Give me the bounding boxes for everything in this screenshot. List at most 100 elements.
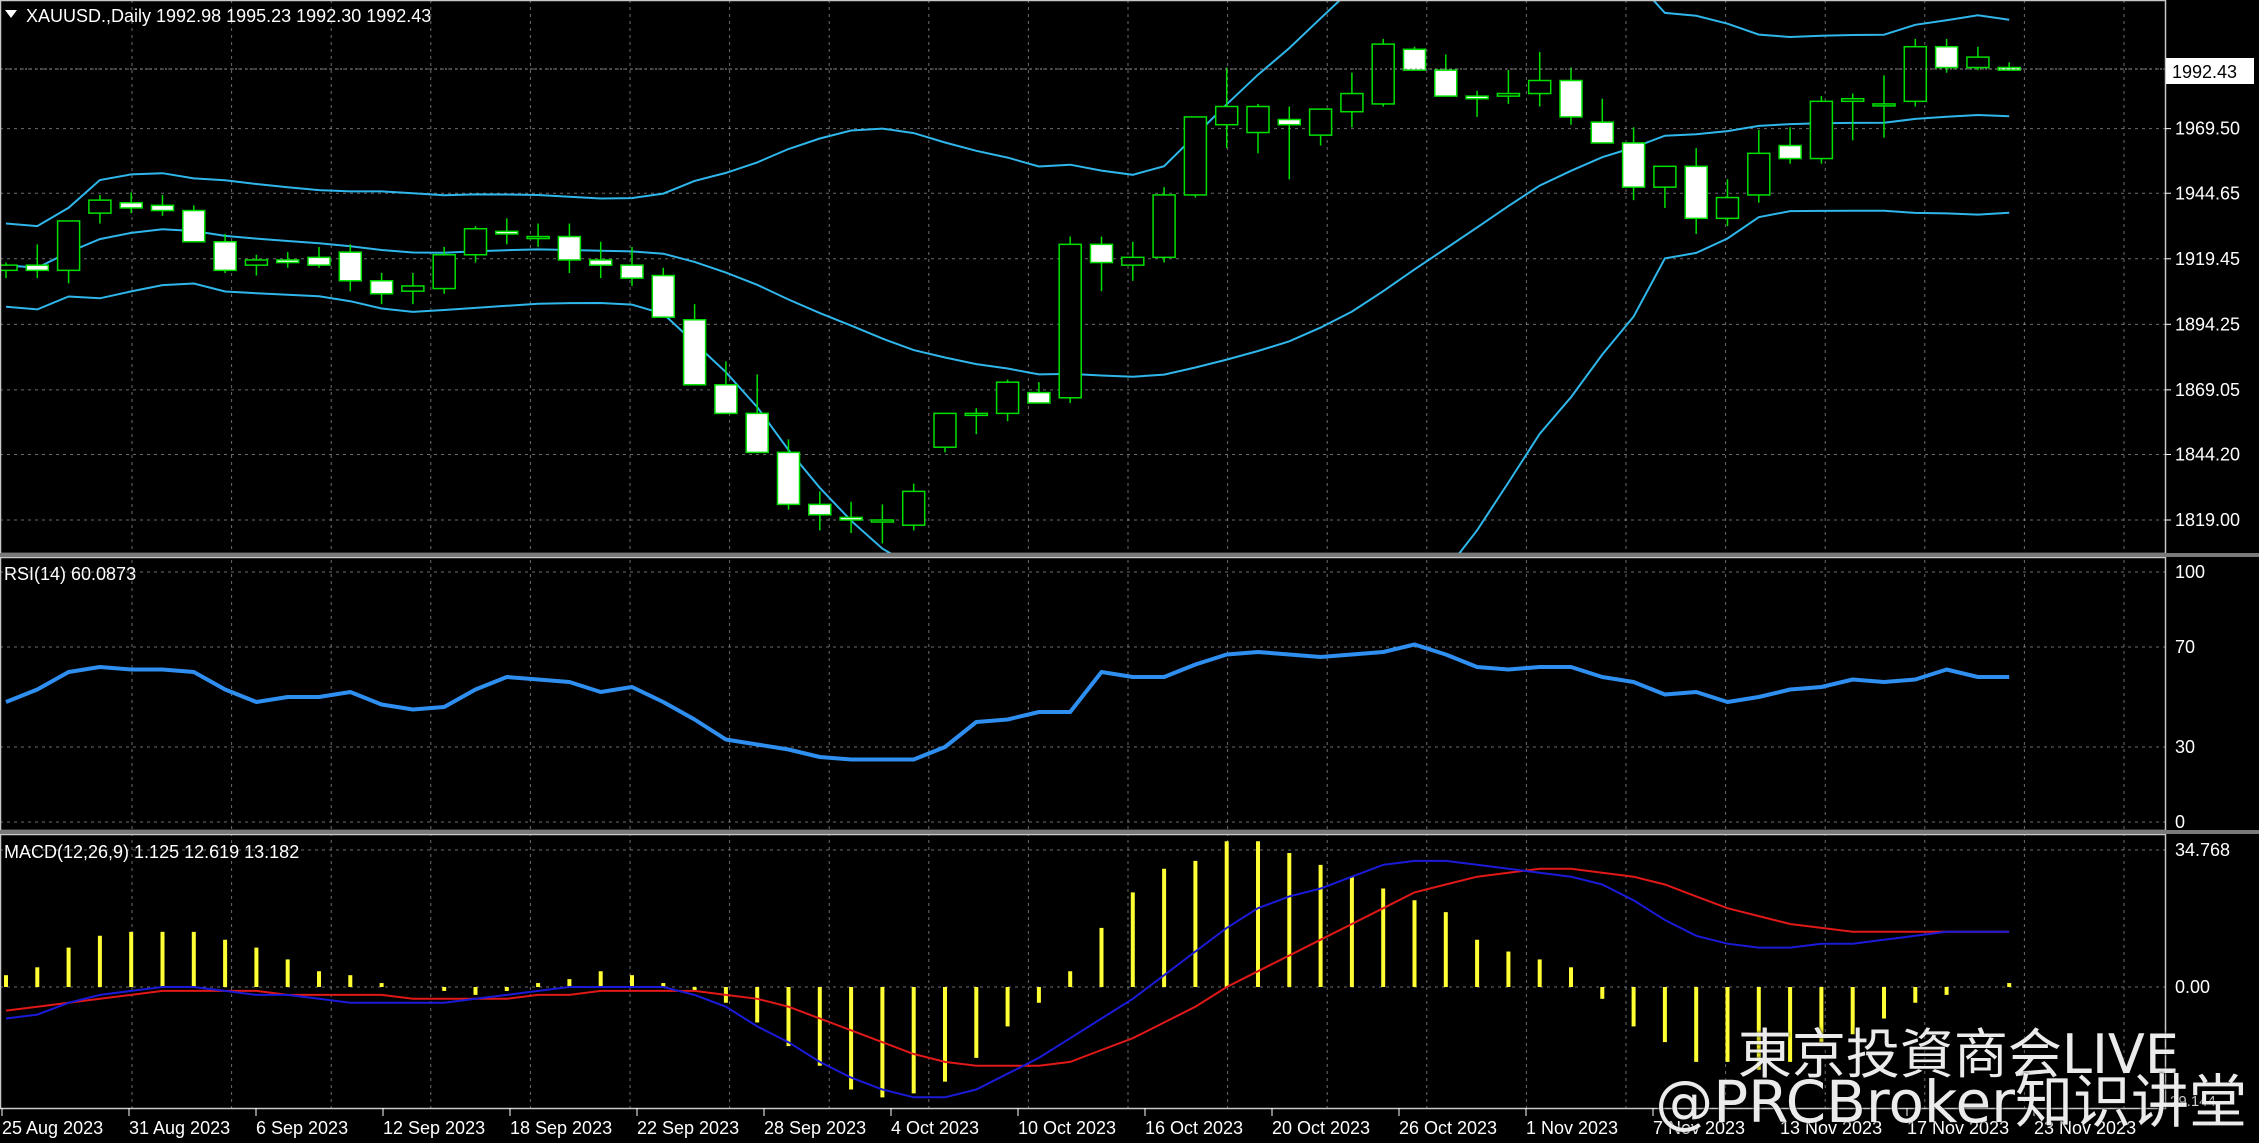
candle xyxy=(1152,187,1176,263)
candle xyxy=(495,218,519,245)
bull-candle-body xyxy=(432,254,456,290)
bull-candle-body xyxy=(401,285,425,292)
candle xyxy=(1371,38,1395,107)
bear-candle-body xyxy=(651,274,676,318)
candle xyxy=(463,226,488,263)
bear-candle-body xyxy=(25,264,50,272)
bull-candle-body xyxy=(1183,116,1208,196)
candle xyxy=(150,194,175,216)
price-candles xyxy=(0,38,2165,544)
current-price-tag: 1992.43 xyxy=(2166,58,2254,84)
candle xyxy=(995,379,1020,422)
bull-candle-body xyxy=(933,412,957,448)
date-tick-label: 20 Oct 2023 xyxy=(1272,1118,1370,1138)
bear-candle-body xyxy=(839,516,863,521)
candle xyxy=(307,246,331,268)
candle xyxy=(933,412,957,453)
price-tick-label: 1919.45 xyxy=(2175,249,2240,269)
candle xyxy=(1465,90,1489,117)
candle xyxy=(1684,148,1708,234)
candle xyxy=(432,246,456,294)
bollinger-middle xyxy=(5,113,2010,378)
bear-candle-body xyxy=(338,251,363,282)
date-tick-label: 16 Oct 2023 xyxy=(1145,1118,1243,1138)
candle xyxy=(1559,67,1583,125)
candle xyxy=(1089,236,1114,292)
bear-candle-body xyxy=(1934,45,1959,69)
macd-tick-label: 34.768 xyxy=(2175,840,2230,860)
bull-candle-body xyxy=(1496,92,1521,97)
bull-candle-body xyxy=(1371,43,1395,105)
collapse-triangle-icon[interactable] xyxy=(5,10,17,18)
candle xyxy=(557,223,582,273)
candle xyxy=(870,504,895,544)
price-axis: 1969.50 1944.65 1919.45 1894.25 1869.05 1844.… xyxy=(2165,119,2240,997)
candle xyxy=(964,408,989,435)
panel-separator xyxy=(0,830,2259,834)
date-tick-label: 10 Oct 2023 xyxy=(1018,1118,1116,1138)
date-tick-label: 1 Nov 2023 xyxy=(1526,1118,1618,1138)
rsi-tick-label: 30 xyxy=(2175,737,2195,757)
price-tick-label: 1844.20 xyxy=(2175,444,2240,464)
macd-tick-label: 0.00 xyxy=(2175,977,2210,997)
macd-header: MACD(12,26,9) 1.125 12.619 13.182 xyxy=(4,842,299,862)
candle xyxy=(1402,46,1427,71)
candle xyxy=(338,244,363,292)
bull-candle-body xyxy=(1809,100,1834,160)
candle xyxy=(1934,38,1959,73)
candle xyxy=(1308,108,1333,146)
candle xyxy=(1840,93,1865,141)
candle xyxy=(682,304,707,386)
candle xyxy=(213,233,237,273)
bear-candle-body xyxy=(776,451,801,506)
bull-candle-body xyxy=(1152,194,1176,259)
candle xyxy=(776,439,801,510)
candle xyxy=(1527,51,1552,107)
date-tick-label: 28 Sep 2023 xyxy=(764,1118,866,1138)
rsi-tick-label: 0 xyxy=(2175,812,2185,832)
candle xyxy=(1027,382,1051,404)
bull-candle-body xyxy=(0,264,18,272)
candle xyxy=(1747,129,1771,203)
bull-candle-body xyxy=(1715,196,1740,220)
panel-separator xyxy=(0,553,2259,557)
macd-signal-line xyxy=(5,867,2010,1067)
bear-candle-body xyxy=(119,201,143,209)
bull-candle-body xyxy=(88,199,112,214)
candle xyxy=(651,267,676,318)
candle xyxy=(1214,67,1239,149)
bear-candle-body xyxy=(1559,79,1583,118)
candle xyxy=(901,483,926,531)
candle xyxy=(369,272,394,305)
bollinger-lower xyxy=(5,209,2010,553)
bollinger-bands xyxy=(5,0,2010,553)
date-tick-label: 6 Sep 2023 xyxy=(256,1118,348,1138)
bear-candle-body xyxy=(1778,144,1802,160)
rsi-panel xyxy=(5,642,2010,762)
candle xyxy=(588,241,613,279)
panel-frames xyxy=(0,0,2259,1110)
candle xyxy=(119,192,143,214)
candle xyxy=(275,252,300,268)
bull-candle-body xyxy=(1214,105,1239,126)
candle xyxy=(1183,116,1208,198)
date-tick-label: 26 Oct 2023 xyxy=(1399,1118,1497,1138)
bear-candle-body xyxy=(1277,118,1302,126)
candle xyxy=(1903,38,1928,107)
date-tick-label: 25 Aug 2023 xyxy=(2,1118,103,1138)
bull-candle-body xyxy=(1903,45,1928,103)
candle xyxy=(526,223,550,247)
price-tick-label: 1869.05 xyxy=(2175,380,2240,400)
bear-candle-body xyxy=(1590,121,1615,144)
candle xyxy=(714,361,738,415)
candle xyxy=(1778,127,1802,164)
candle xyxy=(745,374,769,454)
bull-candle-body xyxy=(244,259,269,266)
bear-candle-body xyxy=(557,235,582,261)
date-tick-label: 31 Aug 2023 xyxy=(129,1118,230,1138)
bear-candle-body xyxy=(1402,48,1427,71)
candle xyxy=(244,254,269,276)
bull-candle-body xyxy=(1653,165,1677,188)
date-tick-label: 22 Sep 2023 xyxy=(637,1118,739,1138)
candle xyxy=(182,205,206,243)
